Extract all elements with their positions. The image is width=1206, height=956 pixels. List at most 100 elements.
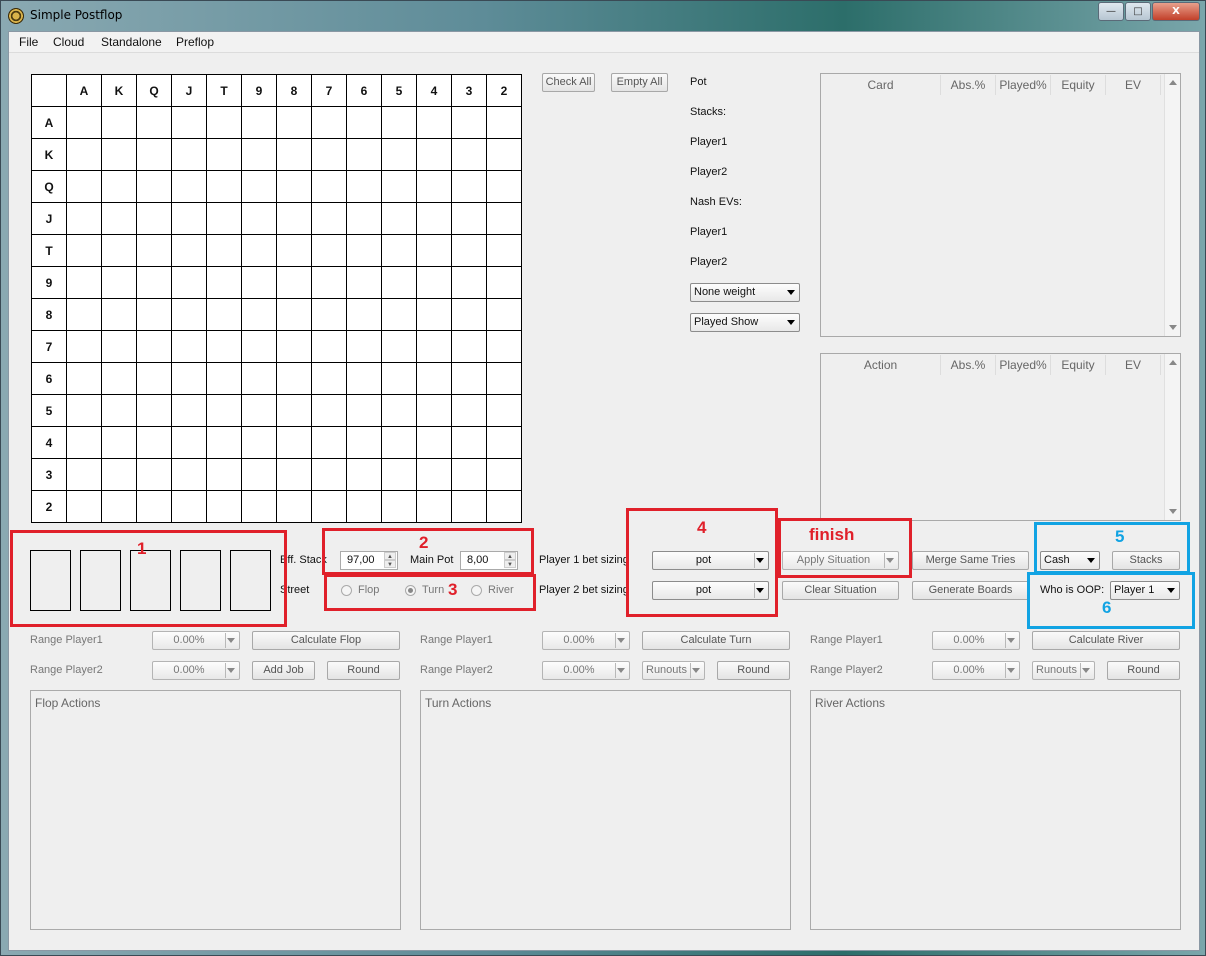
grid-col-header[interactable]: J — [171, 74, 207, 107]
grid-hand-cell[interactable] — [136, 298, 172, 331]
grid-hand-cell[interactable] — [346, 170, 382, 203]
grid-hand-cell[interactable] — [171, 234, 207, 267]
grid-hand-cell[interactable] — [171, 490, 207, 523]
grid-hand-cell[interactable] — [171, 298, 207, 331]
grid-row-header[interactable]: 3 — [31, 458, 67, 491]
grid-hand-cell[interactable] — [101, 426, 137, 459]
grid-hand-cell[interactable] — [346, 458, 382, 491]
grid-hand-cell[interactable] — [346, 202, 382, 235]
grid-hand-cell[interactable] — [241, 202, 277, 235]
grid-hand-cell[interactable] — [241, 138, 277, 171]
grid-hand-cell[interactable] — [241, 426, 277, 459]
grid-hand-cell[interactable] — [451, 330, 487, 363]
menu-cloud[interactable]: Cloud — [53, 35, 84, 49]
turn-range-player2-select[interactable]: 0.00% — [542, 661, 630, 680]
ev-col-header[interactable]: EV — [1106, 355, 1161, 375]
grid-hand-cell[interactable] — [241, 170, 277, 203]
minimize-button[interactable]: — — [1098, 2, 1124, 21]
grid-hand-cell[interactable] — [101, 490, 137, 523]
grid-hand-cell[interactable] — [66, 138, 102, 171]
equity-col-header[interactable]: Equity — [1051, 75, 1106, 95]
grid-hand-cell[interactable] — [451, 458, 487, 491]
turn-round-button[interactable]: Round — [717, 661, 790, 680]
grid-hand-cell[interactable] — [171, 106, 207, 139]
grid-hand-cell[interactable] — [276, 426, 312, 459]
grid-hand-cell[interactable] — [451, 106, 487, 139]
grid-hand-cell[interactable] — [136, 490, 172, 523]
grid-hand-cell[interactable] — [206, 490, 242, 523]
grid-hand-cell[interactable] — [486, 298, 522, 331]
grid-hand-cell[interactable] — [66, 170, 102, 203]
grid-hand-cell[interactable] — [136, 106, 172, 139]
grid-hand-cell[interactable] — [101, 106, 137, 139]
grid-hand-cell[interactable] — [171, 394, 207, 427]
grid-hand-cell[interactable] — [66, 234, 102, 267]
calculate-river-button[interactable]: Calculate River — [1032, 631, 1180, 650]
grid-row-header[interactable]: J — [31, 202, 67, 235]
grid-hand-cell[interactable] — [241, 458, 277, 491]
grid-row-header[interactable]: 9 — [31, 266, 67, 299]
grid-hand-cell[interactable] — [206, 138, 242, 171]
grid-hand-cell[interactable] — [66, 458, 102, 491]
grid-hand-cell[interactable] — [381, 202, 417, 235]
grid-hand-cell[interactable] — [101, 458, 137, 491]
grid-hand-cell[interactable] — [486, 458, 522, 491]
abs-col-header[interactable]: Abs.% — [941, 75, 996, 95]
grid-hand-cell[interactable] — [486, 202, 522, 235]
grid-hand-cell[interactable] — [381, 234, 417, 267]
grid-hand-cell[interactable] — [241, 234, 277, 267]
grid-hand-cell[interactable] — [416, 266, 452, 299]
grid-hand-cell[interactable] — [66, 330, 102, 363]
abs-col-header[interactable]: Abs.% — [941, 355, 996, 375]
grid-hand-cell[interactable] — [416, 106, 452, 139]
grid-hand-cell[interactable] — [311, 490, 347, 523]
grid-col-header[interactable]: 5 — [381, 74, 417, 107]
grid-hand-cell[interactable] — [206, 426, 242, 459]
grid-hand-cell[interactable] — [381, 330, 417, 363]
grid-hand-cell[interactable] — [346, 298, 382, 331]
grid-hand-cell[interactable] — [276, 106, 312, 139]
calculate-flop-button[interactable]: Calculate Flop — [252, 631, 400, 650]
river-range-player1-select[interactable]: 0.00% — [932, 631, 1020, 650]
grid-hand-cell[interactable] — [416, 458, 452, 491]
grid-hand-cell[interactable] — [241, 490, 277, 523]
grid-hand-cell[interactable] — [66, 106, 102, 139]
equity-col-header[interactable]: Equity — [1051, 355, 1106, 375]
grid-hand-cell[interactable] — [206, 170, 242, 203]
grid-col-header[interactable]: 8 — [276, 74, 312, 107]
grid-row-header[interactable]: Q — [31, 170, 67, 203]
grid-hand-cell[interactable] — [171, 458, 207, 491]
grid-col-header[interactable]: 9 — [241, 74, 277, 107]
action-table-scrollbar[interactable] — [1164, 354, 1180, 520]
action-table[interactable]: Action Abs.% Played% Equity EV — [820, 353, 1181, 521]
add-job-button[interactable]: Add Job — [252, 661, 315, 680]
grid-hand-cell[interactable] — [276, 234, 312, 267]
grid-hand-cell[interactable] — [311, 106, 347, 139]
grid-hand-cell[interactable] — [136, 330, 172, 363]
grid-hand-cell[interactable] — [486, 106, 522, 139]
grid-hand-cell[interactable] — [416, 138, 452, 171]
grid-hand-cell[interactable] — [486, 362, 522, 395]
grid-hand-cell[interactable] — [171, 170, 207, 203]
grid-hand-cell[interactable] — [311, 170, 347, 203]
grid-hand-cell[interactable] — [311, 458, 347, 491]
grid-hand-cell[interactable] — [346, 234, 382, 267]
grid-hand-cell[interactable] — [136, 426, 172, 459]
grid-hand-cell[interactable] — [101, 266, 137, 299]
title-bar[interactable]: Simple Postflop — □ X — [1, 1, 1205, 31]
grid-hand-cell[interactable] — [311, 426, 347, 459]
grid-hand-cell[interactable] — [486, 330, 522, 363]
grid-hand-cell[interactable] — [136, 394, 172, 427]
grid-hand-cell[interactable] — [416, 490, 452, 523]
grid-hand-cell[interactable] — [311, 362, 347, 395]
flop-round-button[interactable]: Round — [327, 661, 400, 680]
menu-file[interactable]: File — [19, 35, 38, 49]
grid-hand-cell[interactable] — [381, 394, 417, 427]
grid-hand-cell[interactable] — [451, 490, 487, 523]
grid-hand-cell[interactable] — [486, 394, 522, 427]
grid-hand-cell[interactable] — [206, 330, 242, 363]
played-col-header[interactable]: Played% — [996, 75, 1051, 95]
merge-same-tries-button[interactable]: Merge Same Tries — [912, 551, 1029, 570]
grid-row-header[interactable]: 6 — [31, 362, 67, 395]
grid-col-header[interactable]: 6 — [346, 74, 382, 107]
